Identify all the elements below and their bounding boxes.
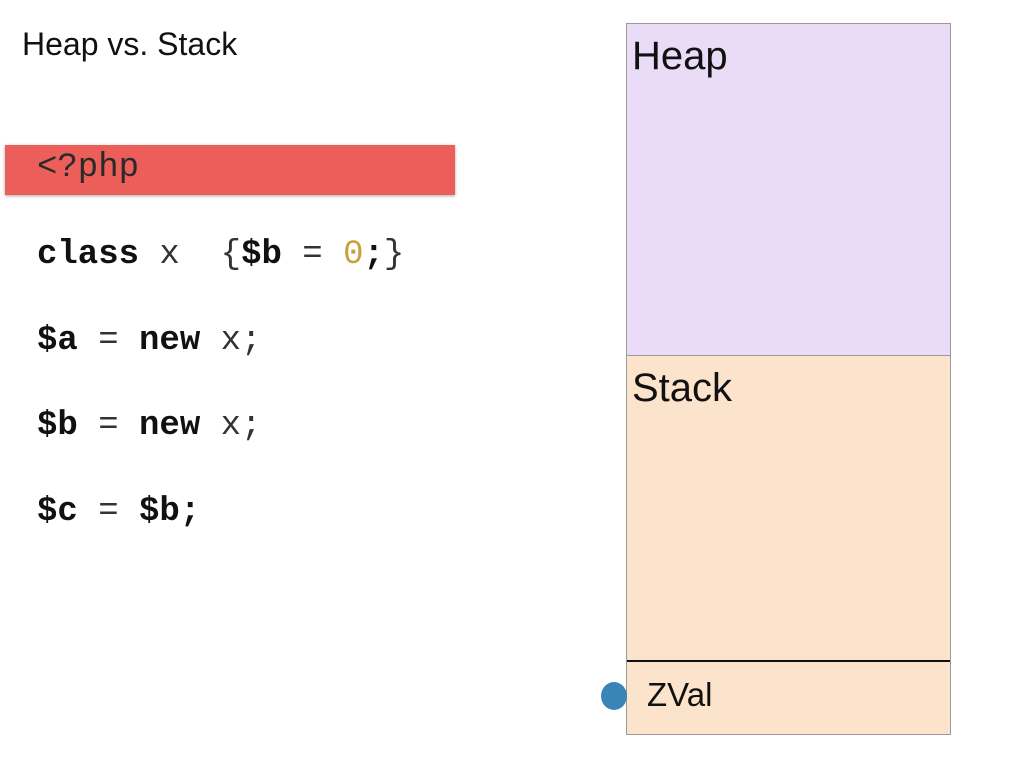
class-instantiation: x;: [200, 322, 262, 360]
heap-region: Heap: [626, 23, 951, 356]
php-open-tag-highlight: <?php: [5, 145, 455, 195]
zval-divider: [627, 660, 950, 662]
assign-operator: =: [281, 236, 344, 274]
variable-c: $c: [37, 493, 78, 531]
slide-title: Heap vs. Stack: [22, 26, 238, 62]
close-brace: }: [383, 236, 405, 274]
zval-label: ZVal: [647, 676, 713, 713]
semicolon: ;: [363, 236, 384, 274]
assign-operator: =: [77, 493, 140, 531]
number-literal: 0: [343, 236, 364, 274]
class-instantiation: x;: [200, 407, 262, 445]
stack-label: Stack: [632, 366, 733, 410]
variable-b-reference: $b;: [139, 493, 201, 531]
property-variable: $b: [241, 236, 282, 274]
variable-b: $b: [37, 407, 78, 445]
php-open-tag: <?php: [37, 149, 140, 187]
zval-pointer-dot: [601, 682, 627, 710]
assign-operator: =: [77, 322, 140, 360]
variable-a: $a: [37, 322, 78, 360]
assign-operator: =: [77, 407, 140, 445]
code-line-assign-a: $a = new x;: [37, 322, 261, 360]
class-name: x {: [139, 236, 242, 274]
keyword-class: class: [37, 236, 140, 274]
keyword-new: new: [139, 322, 201, 360]
stack-region: Stack ZVal: [626, 355, 951, 735]
heap-label: Heap: [632, 34, 728, 78]
code-line-assign-c: $c = $b;: [37, 493, 200, 531]
code-line-assign-b: $b = new x;: [37, 407, 261, 445]
keyword-new: new: [139, 407, 201, 445]
code-line-class-declaration: class x {$b = 0;}: [37, 236, 404, 274]
